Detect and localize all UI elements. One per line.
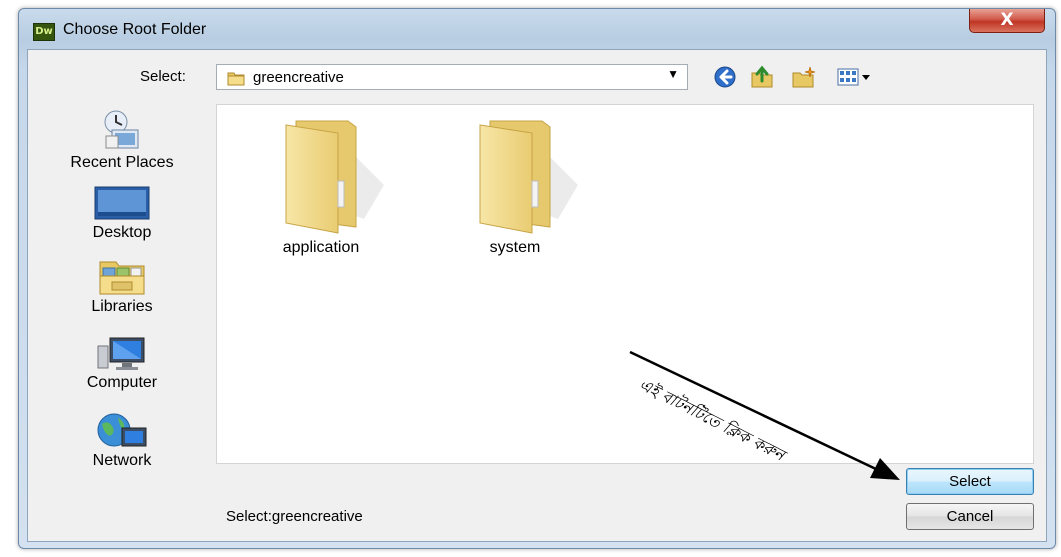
desktop-icon: [94, 186, 150, 220]
dialog-title: Choose Root Folder: [63, 21, 207, 38]
folder-icon: [285, 120, 384, 234]
back-arrow-icon: [714, 66, 736, 88]
new-folder-icon: [792, 66, 816, 88]
place-label: Recent Places: [70, 154, 174, 171]
place-desktop[interactable]: Desktop: [28, 186, 216, 242]
current-folder-value: greencreative: [253, 69, 344, 86]
place-label: Libraries: [91, 298, 153, 315]
selected-folder-status: Select:greencreative: [226, 508, 363, 525]
view-menu-icon: [837, 68, 870, 86]
close-button[interactable]: X: [969, 9, 1045, 33]
dreamweaver-app-icon: Dw: [33, 23, 55, 41]
cancel-button[interactable]: Cancel: [906, 503, 1034, 530]
place-libraries[interactable]: Libraries: [28, 256, 216, 316]
place-label: Network: [92, 452, 152, 469]
views-menu-button[interactable]: [836, 65, 878, 89]
computer-icon: [97, 337, 145, 370]
folder-name: system: [489, 239, 541, 256]
chevron-down-icon[interactable]: ▼: [667, 67, 679, 81]
new-folder-button[interactable]: [791, 65, 817, 89]
dialog-client-area: Select: greencreative ▼ Recent Places De…: [27, 49, 1047, 542]
recent-places-icon: [104, 110, 139, 149]
folder-path-dropdown[interactable]: greencreative ▼: [216, 64, 688, 90]
folder-small-icon: [227, 72, 245, 86]
folder-item-system[interactable]: system: [425, 115, 605, 257]
place-network[interactable]: Network: [28, 412, 216, 470]
up-one-level-button[interactable]: [750, 65, 776, 89]
select-button[interactable]: Select: [906, 468, 1034, 495]
folder-item-application[interactable]: application: [231, 115, 411, 257]
choose-root-folder-dialog: Dw Choose Root Folder X Select: greencre…: [18, 8, 1056, 549]
title-bar[interactable]: Dw Choose Root Folder X: [19, 9, 1055, 49]
back-button[interactable]: [713, 65, 739, 89]
place-label: Computer: [86, 374, 158, 391]
folder-contents-view[interactable]: application system: [216, 104, 1034, 464]
up-folder-icon: [751, 65, 773, 88]
network-icon: [97, 413, 147, 447]
places-bar: Recent Places Desktop Libraries Computer…: [28, 104, 216, 504]
place-recent-places[interactable]: Recent Places: [28, 108, 216, 172]
look-in-row: Select: greencreative ▼: [28, 64, 1046, 90]
screenshot-frame: Dw Choose Root Folder X Select: greencre…: [0, 0, 1061, 557]
libraries-icon: [99, 261, 145, 295]
folder-name: application: [282, 239, 360, 256]
folder-icon: [479, 120, 578, 234]
place-label: Desktop: [92, 224, 152, 241]
place-computer[interactable]: Computer: [28, 336, 216, 392]
select-label: Select:: [140, 68, 186, 85]
